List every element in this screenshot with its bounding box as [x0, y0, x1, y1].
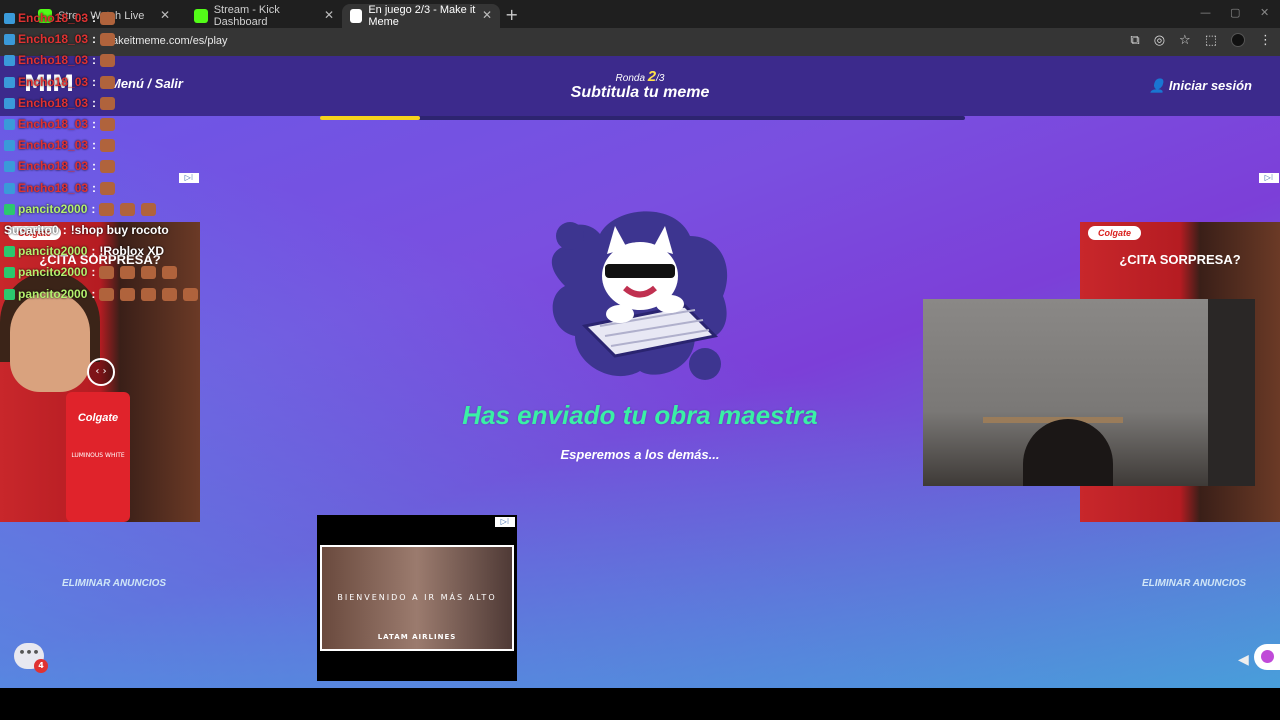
- emote-icon: [141, 202, 157, 216]
- badge-icon: [4, 245, 15, 257]
- badge-icon: [4, 288, 15, 300]
- chat-message: Encho18_03:: [4, 116, 121, 132]
- badge-icon: [4, 160, 15, 172]
- extensions-icon[interactable]: ⬚: [1205, 33, 1217, 48]
- ad-title: ¿CITA SORPRESA?: [1119, 252, 1241, 267]
- toothpaste-tube: Colgate LUMINOUS WHITE: [66, 392, 130, 522]
- speaker-icon[interactable]: ◀: [1238, 652, 1249, 668]
- close-window-icon[interactable]: ✕: [1260, 6, 1269, 19]
- badge-icon: [4, 266, 15, 278]
- login-button[interactable]: 👤 Iniciar sesión: [1149, 78, 1252, 94]
- chat-message: pancito2000:: [4, 286, 204, 302]
- badge-icon: [4, 182, 15, 194]
- emote-icon: [183, 287, 199, 301]
- emote-icon: [100, 181, 116, 195]
- badge-icon: [4, 12, 15, 24]
- cat-keyboard-mascot: [551, 211, 728, 380]
- tab-make-it-meme[interactable]: En juego 2/3 - Make it Meme ✕: [342, 4, 500, 28]
- mim-icon: [350, 9, 363, 23]
- badge-icon: [4, 139, 15, 151]
- emote-icon: [100, 32, 116, 46]
- ad-brand: Colgate: [1088, 226, 1142, 240]
- chat-message: Encho18_03:: [4, 10, 121, 26]
- ad-bottom[interactable]: ▷⁝ BIENVENIDO A IR MÁS ALTO LATAM AIRLIN…: [317, 515, 517, 681]
- emote-icon: [120, 287, 136, 301]
- minimize-icon[interactable]: —: [1200, 6, 1211, 19]
- user-icon: 👤: [1149, 78, 1166, 93]
- maximize-icon[interactable]: ▢: [1230, 6, 1240, 19]
- chat-bubble-button[interactable]: ••• 4: [14, 643, 48, 673]
- emote-icon: [120, 202, 136, 216]
- cast-icon[interactable]: ⧉: [1130, 33, 1139, 48]
- emote-icon: [141, 265, 157, 279]
- emote-icon: [100, 159, 116, 173]
- chat-message: pancito2000: !Roblox XD: [4, 243, 164, 259]
- close-icon[interactable]: ✕: [482, 8, 492, 22]
- chat-count-badge: 4: [34, 659, 48, 673]
- compare-slider-handle[interactable]: ‹ ›: [87, 358, 115, 386]
- emote-icon: [99, 287, 115, 301]
- eye-off-icon[interactable]: ◎: [1154, 33, 1165, 48]
- chat-message: Encho18_03:: [4, 95, 121, 111]
- badge-icon: [4, 203, 15, 215]
- adchoices-icon[interactable]: ▷⁝: [1259, 173, 1279, 183]
- badge-icon: [4, 33, 15, 45]
- round-progress-fill: [320, 116, 420, 120]
- brain-icon: [1261, 650, 1274, 663]
- emote-icon: [100, 11, 116, 25]
- chat-message: Encho18_03:: [4, 180, 121, 196]
- emote-icon: [99, 265, 115, 279]
- emote-icon: [100, 138, 116, 152]
- emote-icon: [100, 53, 116, 67]
- chat-message: Encho18_03:: [4, 31, 121, 47]
- profile-avatar[interactable]: [1231, 33, 1245, 47]
- remove-ads-link-left[interactable]: ELIMINAR ANUNCIOS: [62, 578, 166, 589]
- adchoices-icon[interactable]: ▷⁝: [495, 517, 515, 527]
- chat-message: Encho18_03:: [4, 158, 121, 174]
- stream-chat-overlay: Encho18_03: Encho18_03: Encho18_03: Ench…: [0, 0, 260, 310]
- star-icon[interactable]: ☆: [1179, 33, 1191, 48]
- chat-message: pancito2000:: [4, 264, 183, 280]
- close-icon[interactable]: ✕: [324, 8, 334, 22]
- badge-icon: [4, 54, 15, 66]
- emote-icon: [99, 202, 115, 216]
- chat-message: Encho18_03:: [4, 52, 121, 68]
- new-tab-button[interactable]: +: [505, 5, 518, 24]
- brain-widget-button[interactable]: [1254, 644, 1280, 670]
- chat-message: Sucarito0: !shop buy rocoto: [4, 223, 169, 237]
- emote-icon: [100, 75, 116, 89]
- chat-message: Encho18_03:: [4, 74, 121, 90]
- chat-dots-icon: •••: [18, 646, 40, 659]
- remove-ads-link-right[interactable]: ELIMINAR ANUNCIOS: [1142, 578, 1246, 589]
- webcam-overlay: [923, 299, 1255, 486]
- badge-icon: [4, 76, 15, 88]
- chat-message: Encho18_03:: [4, 137, 121, 153]
- emote-icon: [100, 117, 116, 131]
- emote-icon: [120, 265, 136, 279]
- badge-icon: [4, 118, 15, 130]
- emote-icon: [162, 265, 178, 279]
- emote-icon: [162, 287, 178, 301]
- round-progress-bar: [320, 116, 965, 120]
- emote-icon: [100, 96, 116, 110]
- chat-message: pancito2000:: [4, 201, 162, 217]
- more-icon[interactable]: ⋮: [1259, 33, 1272, 48]
- badge-icon: [4, 97, 15, 109]
- emote-icon: [141, 287, 157, 301]
